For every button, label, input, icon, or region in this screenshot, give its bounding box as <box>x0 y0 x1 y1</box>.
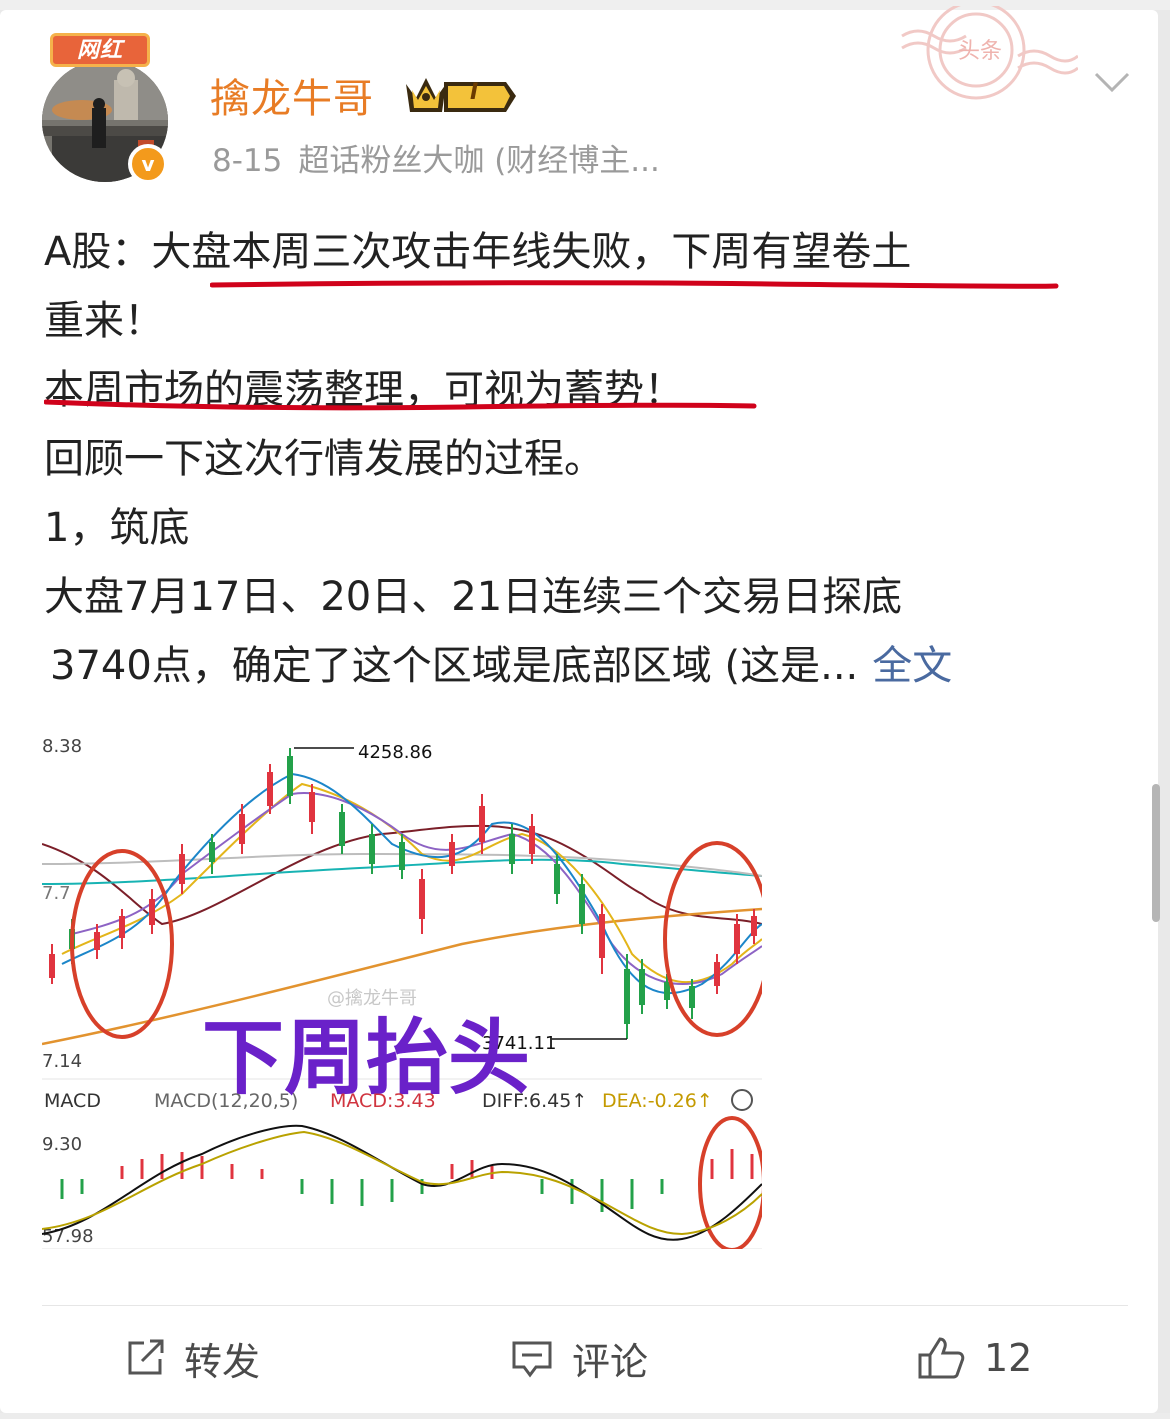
dea-value: DEA:-0.26↑ <box>602 1090 713 1112</box>
macd-top-label: 9.30 <box>42 1134 82 1155</box>
body-line-4: 回顾一下这次行情发展的过程。 <box>44 436 604 482</box>
body-line-5: 1，筑底 <box>44 505 190 551</box>
macd-bottom-label: 57.98 <box>42 1226 94 1247</box>
post-meta: 8-15 超话粉丝大咖 (财经博主... <box>212 135 660 180</box>
macd-value: MACD:3.43 <box>330 1090 436 1112</box>
bottom-separator <box>0 1413 1170 1419</box>
chart-watermark: @擒龙牛哥 <box>327 988 417 1009</box>
stamp-label: 头条 <box>958 38 1002 63</box>
body-prefix: A股： <box>44 229 152 275</box>
full-text-link[interactable]: 全文 <box>872 643 952 689</box>
verified-badge-icon: v <box>128 144 168 184</box>
price-mid-label: 7.7 <box>42 883 71 904</box>
repost-button[interactable]: 转发 <box>124 1330 260 1386</box>
price-bottom-label: 7.14 <box>42 1051 82 1072</box>
red-underline-2 <box>44 399 757 411</box>
price-top-label: 8.38 <box>42 736 82 757</box>
like-button[interactable]: 12 <box>916 1330 1032 1386</box>
share-icon <box>128 1339 164 1375</box>
chevron-down-icon[interactable] <box>1092 68 1132 98</box>
macd-tab[interactable]: MACD <box>44 1090 101 1112</box>
macd-params: MACD(12,20,5) <box>154 1090 298 1112</box>
username[interactable]: 擒龙牛哥 <box>210 66 374 124</box>
crown-level-icon <box>406 78 516 112</box>
stock-chart-image[interactable]: 8.38 7.7 7.14 4258.86 3741.11 @擒龙牛哥 下周抬头… <box>42 694 762 1266</box>
red-underline-1 <box>210 280 1059 289</box>
like-count: 12 <box>984 1336 1033 1380</box>
level-label: I <box>470 80 479 105</box>
scrollbar[interactable] <box>1152 784 1160 922</box>
body-line-6: 大盘7月17日、20日、21日连续三个交易日探底 <box>44 574 903 620</box>
repost-label: 转发 <box>184 1339 261 1384</box>
toutiao-stamp-icon: 头条 <box>901 6 1078 100</box>
body-headline: 大盘本周三次攻击年线失败，下周有望卷土 <box>151 229 912 275</box>
thumbs-up-icon <box>918 1337 965 1379</box>
body-line-2: 重来！ <box>44 298 164 344</box>
post-date: 8-15 <box>212 143 283 179</box>
diff-value: DIFF:6.45↑ <box>482 1090 587 1112</box>
post-source[interactable]: 超话粉丝大咖 (财经博主... <box>298 143 660 179</box>
high-price-label: 4258.86 <box>358 742 432 763</box>
wanghong-badge: 网红 <box>50 33 150 67</box>
body-line-7: 3740点，确定了这个区域是底部区域 (这是... <box>50 643 859 689</box>
comment-label: 评论 <box>572 1339 649 1384</box>
comment-button[interactable]: 评论 <box>510 1330 648 1386</box>
action-divider <box>42 1305 1128 1306</box>
comment-icon <box>512 1341 552 1378</box>
